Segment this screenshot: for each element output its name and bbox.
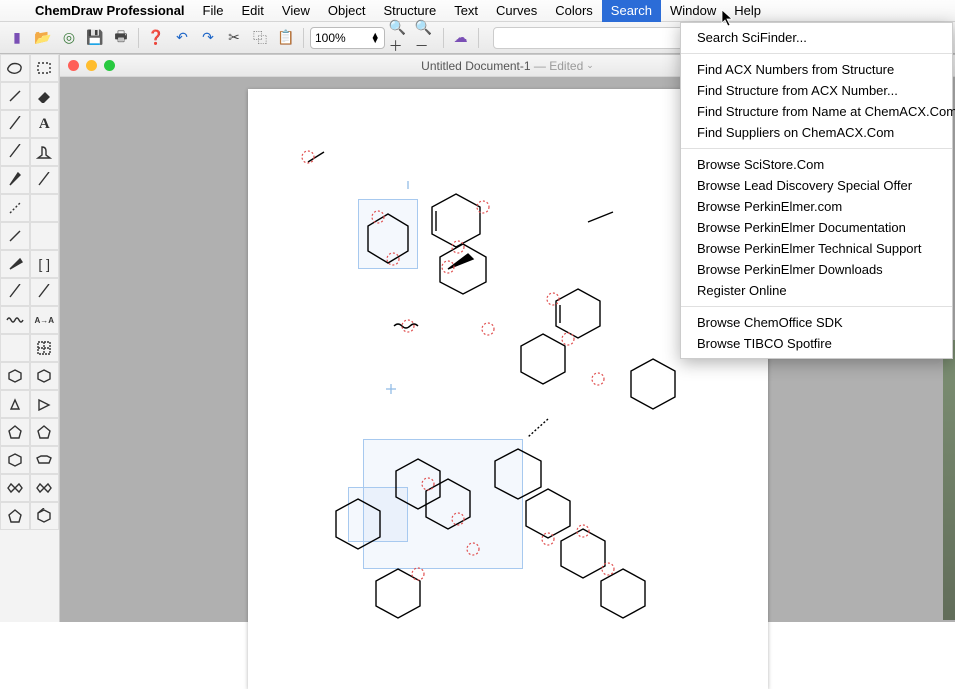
bond-tool[interactable] bbox=[0, 138, 30, 166]
zoom-select[interactable]: 100% ▲▼ bbox=[310, 27, 385, 49]
open-ring-tool[interactable] bbox=[30, 474, 60, 502]
squiggle-tool[interactable] bbox=[0, 306, 30, 334]
rectangle-tool[interactable] bbox=[30, 222, 60, 250]
menu-text[interactable]: Text bbox=[445, 0, 487, 22]
menu-item-find-suppliers[interactable]: Find Suppliers on ChemACX.Com bbox=[681, 122, 952, 143]
marquee-tool[interactable] bbox=[30, 54, 60, 82]
cut-icon[interactable]: ✂ bbox=[223, 27, 245, 49]
document-status: — Edited bbox=[534, 59, 583, 73]
hex3d-tool[interactable] bbox=[30, 502, 60, 530]
print-icon[interactable]: 🖶 bbox=[110, 27, 132, 49]
menu-edit[interactable]: Edit bbox=[233, 0, 273, 22]
menu-separator bbox=[681, 53, 952, 54]
triangle-tool[interactable] bbox=[0, 390, 30, 418]
close-window-button[interactable] bbox=[68, 60, 79, 71]
probe-tool[interactable] bbox=[30, 194, 60, 222]
menu-object[interactable]: Object bbox=[319, 0, 375, 22]
zoom-value: 100% bbox=[315, 31, 346, 45]
stamp-tool[interactable] bbox=[30, 138, 60, 166]
wedge-tool[interactable] bbox=[0, 166, 30, 194]
undo-icon[interactable]: ↶ bbox=[171, 27, 193, 49]
menu-item-browse-documentation[interactable]: Browse PerkinElmer Documentation bbox=[681, 217, 952, 238]
eraser-tool[interactable] bbox=[30, 82, 60, 110]
menu-separator bbox=[681, 306, 952, 307]
app-name-menu[interactable]: ChemDraw Professional bbox=[26, 0, 194, 22]
menu-separator bbox=[681, 148, 952, 149]
search-menu-dropdown: Search SciFinder... Find ACX Numbers fro… bbox=[680, 22, 953, 359]
cloud-icon[interactable]: ☁ bbox=[450, 27, 472, 49]
cyclohexane-tool[interactable] bbox=[30, 362, 60, 390]
document-title: Untitled Document-1 bbox=[421, 59, 530, 73]
zoom-in-icon[interactable]: 🔍＋ bbox=[389, 27, 411, 49]
menu-curves[interactable]: Curves bbox=[487, 0, 546, 22]
atom-map-tool[interactable]: A→A bbox=[30, 306, 60, 334]
arrow2-tool[interactable] bbox=[30, 278, 60, 306]
open-icon[interactable]: 📂 bbox=[32, 27, 54, 49]
decorative-strip bbox=[943, 340, 955, 620]
menu-help[interactable]: Help bbox=[725, 0, 770, 22]
menu-file[interactable]: File bbox=[194, 0, 233, 22]
new-doc-icon[interactable]: ▮ bbox=[6, 27, 28, 49]
minimize-window-button[interactable] bbox=[86, 60, 97, 71]
grid-tool[interactable] bbox=[0, 334, 30, 362]
paste-icon[interactable]: 📋 bbox=[275, 27, 297, 49]
zoom-window-button[interactable] bbox=[104, 60, 115, 71]
save-icon[interactable]: 💾 bbox=[84, 27, 106, 49]
menu-item-register[interactable]: Register Online bbox=[681, 280, 952, 301]
hexagon-tool[interactable] bbox=[0, 446, 30, 474]
web-icon[interactable]: ◎ bbox=[58, 27, 80, 49]
arrowhead-tool[interactable] bbox=[30, 390, 60, 418]
pentagon2-tool[interactable] bbox=[0, 502, 30, 530]
table-tool[interactable] bbox=[30, 334, 60, 362]
separator bbox=[443, 28, 444, 48]
zoom-out-icon[interactable]: 🔍－ bbox=[415, 27, 437, 49]
menu-item-browse-support[interactable]: Browse PerkinElmer Technical Support bbox=[681, 238, 952, 259]
menu-item-browse-lead-discovery[interactable]: Browse Lead Discovery Special Offer bbox=[681, 175, 952, 196]
separator bbox=[478, 28, 479, 48]
menu-item-browse-downloads[interactable]: Browse PerkinElmer Downloads bbox=[681, 259, 952, 280]
menu-item-find-structure-from-acx[interactable]: Find Structure from ACX Number... bbox=[681, 80, 952, 101]
double-ring-tool[interactable] bbox=[0, 474, 30, 502]
menu-item-browse-perkinelmer[interactable]: Browse PerkinElmer.com bbox=[681, 196, 952, 217]
thick-bond-tool[interactable] bbox=[0, 222, 30, 250]
copy-icon[interactable]: ⿻ bbox=[249, 27, 271, 49]
window-controls bbox=[68, 60, 115, 71]
menu-item-find-acx-from-structure[interactable]: Find ACX Numbers from Structure bbox=[681, 59, 952, 80]
dashed-bond-tool[interactable] bbox=[0, 194, 30, 222]
arrow-tool[interactable] bbox=[0, 278, 30, 306]
brackets-tool[interactable]: [ ] bbox=[30, 250, 60, 278]
menu-item-browse-chemoffice-sdk[interactable]: Browse ChemOffice SDK bbox=[681, 312, 952, 333]
menu-view[interactable]: View bbox=[273, 0, 319, 22]
separator bbox=[138, 28, 139, 48]
menu-item-find-structure-from-name[interactable]: Find Structure from Name at ChemACX.Com bbox=[681, 101, 952, 122]
menu-item-browse-tibco[interactable]: Browse TIBCO Spotfire bbox=[681, 333, 952, 354]
title-chevron-icon[interactable]: ⌄ bbox=[586, 60, 594, 71]
cyclohexane2-tool[interactable] bbox=[30, 418, 60, 446]
text-tool[interactable]: A bbox=[30, 110, 60, 138]
pentagon-tool[interactable] bbox=[0, 418, 30, 446]
benzene-tool[interactable] bbox=[0, 362, 30, 390]
help-icon[interactable]: ❓ bbox=[145, 27, 167, 49]
menu-item-browse-scistore[interactable]: Browse SciStore.Com bbox=[681, 154, 952, 175]
menu-search[interactable]: Search bbox=[602, 0, 661, 22]
wavy-bond-tool[interactable] bbox=[30, 166, 60, 194]
zoom-stepper-icon[interactable]: ▲▼ bbox=[371, 33, 380, 43]
menu-item-scifinder[interactable]: Search SciFinder... bbox=[681, 27, 952, 48]
boat-tool[interactable] bbox=[30, 446, 60, 474]
pen-tool[interactable] bbox=[0, 82, 30, 110]
tool-palette: A [ ] A→A bbox=[0, 54, 60, 622]
menu-colors[interactable]: Colors bbox=[546, 0, 602, 22]
lasso-tool[interactable] bbox=[0, 54, 30, 82]
filled-wedge-tool[interactable] bbox=[0, 250, 30, 278]
redo-icon[interactable]: ↷ bbox=[197, 27, 219, 49]
menu-window[interactable]: Window bbox=[661, 0, 725, 22]
menubar: ChemDraw Professional File Edit View Obj… bbox=[0, 0, 955, 22]
line-tool[interactable] bbox=[0, 110, 30, 138]
separator bbox=[303, 28, 304, 48]
